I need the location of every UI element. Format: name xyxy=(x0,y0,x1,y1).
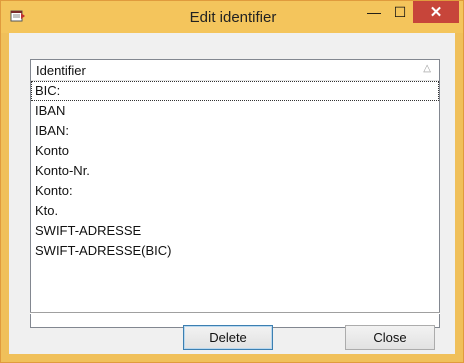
identifier-list[interactable]: Identifier △ BIC: IBAN IBAN: Konto Konto-Nr.… xyxy=(30,59,440,328)
list-item[interactable]: SWIFT-ADRESSE(BIC) xyxy=(31,241,439,261)
close-window-button[interactable]: ✕ xyxy=(413,1,459,23)
notes-icon xyxy=(10,9,26,23)
list-item[interactable]: IBAN xyxy=(31,101,439,121)
identifier-rows: BIC: IBAN IBAN: Konto Konto-Nr. Konto: Kto. SWI… xyxy=(31,81,439,261)
list-item[interactable]: IBAN: xyxy=(31,121,439,141)
list-item[interactable]: Konto xyxy=(31,141,439,161)
minimize-button[interactable]: — xyxy=(361,1,387,23)
dialog-client-area: Identifier △ BIC: IBAN IBAN: Konto Konto-Nr.… xyxy=(9,33,455,354)
maximize-button[interactable]: ☐ xyxy=(387,1,413,23)
sort-ascending-icon: △ xyxy=(423,63,431,74)
title-bar[interactable]: Edit identifier — ☐ ✕ xyxy=(1,1,463,33)
list-item[interactable]: SWIFT-ADRESSE xyxy=(31,221,439,241)
identifier-column-header[interactable]: Identifier △ xyxy=(31,60,439,81)
list-item[interactable]: Konto: xyxy=(31,181,439,201)
list-item[interactable]: Konto-Nr. xyxy=(31,161,439,181)
window-title: Edit identifier xyxy=(189,9,277,26)
separator-line xyxy=(30,312,440,314)
delete-button[interactable]: Delete xyxy=(183,325,273,350)
close-button[interactable]: Close xyxy=(345,325,435,350)
column-header-label: Identifier xyxy=(36,63,86,78)
edit-identifier-window: Edit identifier — ☐ ✕ Identifier △ BIC: I… xyxy=(0,0,464,363)
list-item[interactable]: BIC: xyxy=(31,81,439,101)
list-item[interactable]: Kto. xyxy=(31,201,439,221)
